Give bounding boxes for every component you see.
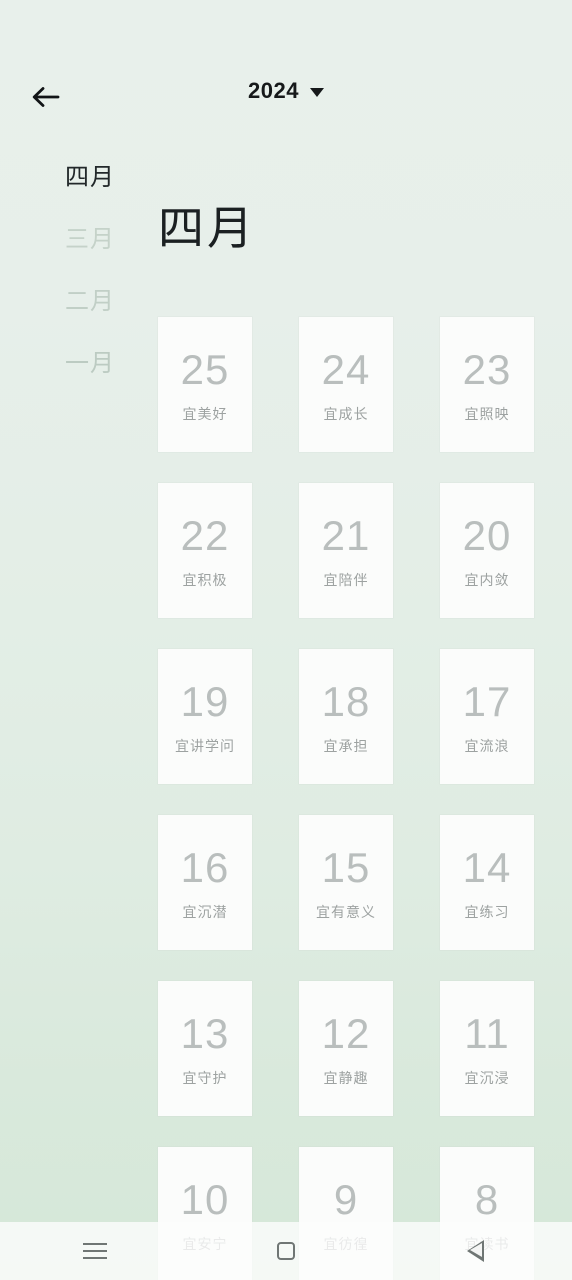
day-card[interactable]: 11 宜沉浸 [440,981,534,1116]
month-rail-label: 一月 [65,350,115,377]
year-label: 2024 [248,78,299,103]
day-label: 宜照映 [464,405,510,422]
day-label: 宜静趣 [323,1069,369,1086]
day-number: 23 [462,345,512,393]
caret-down-icon [309,88,324,97]
day-card[interactable]: 12 宜静趣 [299,981,393,1116]
month-rail-label: 三月 [65,226,115,253]
menu-icon [83,1243,108,1259]
day-number: 19 [180,677,230,725]
day-number: 15 [321,843,371,891]
day-number: 11 [464,1009,510,1057]
day-number: 25 [180,345,230,393]
android-navigation-bar [0,1222,572,1280]
calendar-screen: 2024 四月 三月 二月 一月 四月 25 宜美好 24 宜成长 23 宜照映 22 宜积极… [0,0,572,1280]
day-number: 18 [321,677,371,725]
day-card[interactable]: 18 宜承担 [299,649,393,784]
day-number: 10 [180,1175,230,1223]
month-rail-item-3[interactable]: 一月 [0,351,150,413]
day-label: 宜陪伴 [323,571,369,588]
day-label: 宜讲学问 [175,737,235,754]
nav-recents-button[interactable] [55,1222,135,1280]
day-number: 16 [180,843,230,891]
day-card[interactable]: 24 宜成长 [299,317,393,452]
day-label: 宜承担 [323,737,369,754]
month-rail: 四月 三月 二月 一月 [0,165,150,413]
day-label: 宜沉浸 [464,1069,510,1086]
day-label: 宜流浪 [464,737,510,754]
day-card[interactable]: 20 宜内敛 [440,483,534,618]
day-label: 宜沉潜 [182,903,228,920]
day-card[interactable]: 16 宜沉潜 [158,815,252,950]
day-number: 13 [180,1009,230,1057]
top-bar: 2024 [0,0,572,140]
day-card[interactable]: 13 宜守护 [158,981,252,1116]
year-selector[interactable]: 2024 [0,80,572,102]
day-card[interactable]: 21 宜陪伴 [299,483,393,618]
day-number: 8 [474,1175,500,1223]
day-card[interactable]: 19 宜讲学问 [158,649,252,784]
day-label: 宜有意义 [316,903,376,920]
day-label: 宜成长 [323,405,369,422]
month-rail-item-0[interactable]: 四月 [0,165,150,227]
day-number: 21 [321,511,371,559]
day-number: 22 [180,511,230,559]
month-rail-label: 四月 [65,164,115,191]
nav-home-button[interactable] [246,1222,326,1280]
day-number: 20 [462,511,512,559]
day-label: 宜守护 [182,1069,228,1086]
day-card[interactable]: 22 宜积极 [158,483,252,618]
month-rail-item-2[interactable]: 二月 [0,289,150,351]
square-icon [276,1242,295,1260]
month-rail-item-1[interactable]: 三月 [0,227,150,289]
day-number: 17 [462,677,512,725]
triangle-back-icon [467,1240,486,1262]
day-card[interactable]: 17 宜流浪 [440,649,534,784]
day-card[interactable]: 25 宜美好 [158,317,252,452]
day-number: 12 [321,1009,371,1057]
day-label: 宜美好 [182,405,228,422]
day-card[interactable]: 14 宜练习 [440,815,534,950]
day-card[interactable]: 23 宜照映 [440,317,534,452]
day-label: 宜练习 [464,903,510,920]
day-number: 9 [333,1175,359,1223]
page-title: 四月 [158,202,256,254]
day-card[interactable]: 15 宜有意义 [299,815,393,950]
day-number: 14 [462,843,512,891]
day-label: 宜内敛 [464,571,510,588]
month-rail-label: 二月 [65,288,115,315]
nav-back-button[interactable] [437,1222,517,1280]
day-label: 宜积极 [182,571,228,588]
day-card-grid: 25 宜美好 24 宜成长 23 宜照映 22 宜积极 21 宜陪伴 20 宜内敛 19 宜讲学问 18 宜承… [158,317,538,1280]
day-number: 24 [321,345,371,393]
